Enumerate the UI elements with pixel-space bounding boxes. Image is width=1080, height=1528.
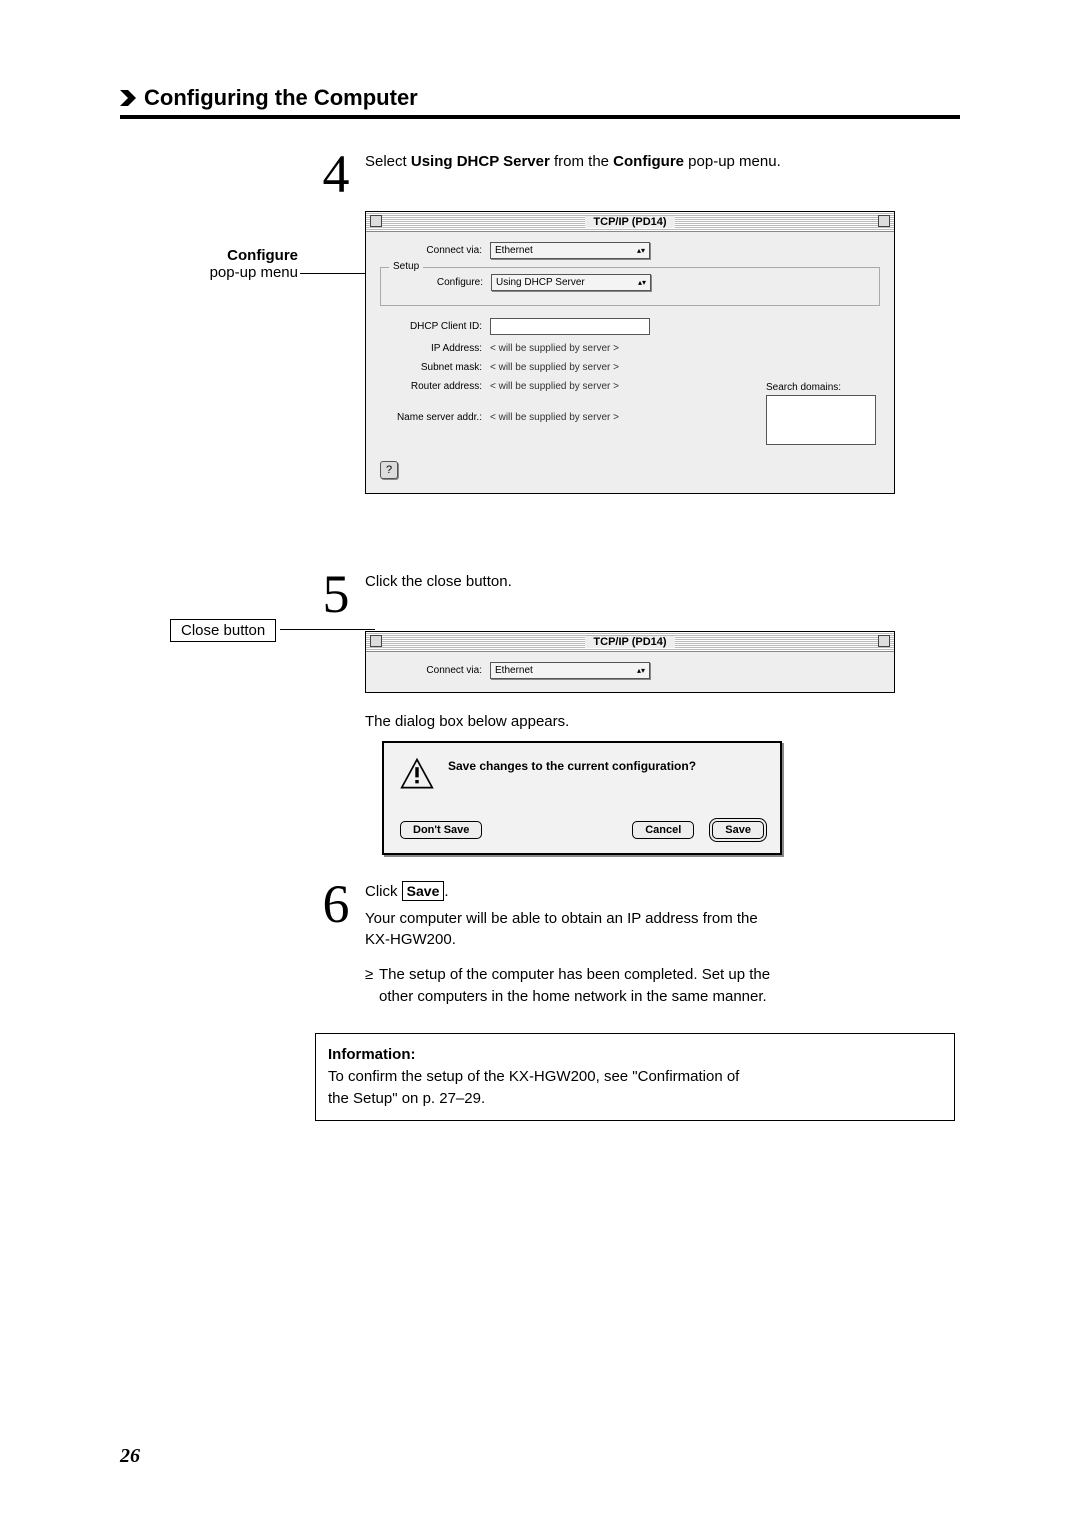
save-label-boxed: Save: [402, 881, 445, 901]
help-button[interactable]: ?: [380, 461, 398, 479]
section-title: Configuring the Computer: [144, 85, 418, 111]
nameserver-label: Name server addr.:: [380, 412, 490, 423]
callout-line: [280, 629, 375, 630]
step-number-6: 6: [315, 877, 357, 931]
dhcp-client-label: DHCP Client ID:: [380, 321, 490, 332]
configure-callout: Configure pop-up menu: [198, 247, 298, 281]
step-number-4: 4: [315, 147, 357, 201]
search-domains-input[interactable]: [766, 395, 876, 445]
step5-instruction: Click the close button.: [365, 567, 512, 592]
save-dialog: Save changes to the current configuratio…: [382, 741, 782, 855]
connect-via-label: Connect via:: [380, 245, 490, 256]
warning-icon: [400, 757, 434, 791]
chevron-updown-icon: ▴▾: [637, 667, 645, 675]
page-number: 26: [120, 1445, 140, 1468]
subnet-mask-label: Subnet mask:: [380, 362, 490, 373]
router-address-label: Router address:: [380, 381, 490, 392]
router-address-value: < will be supplied by server >: [490, 381, 619, 392]
information-box: Information: To confirm the setup of the…: [315, 1033, 955, 1120]
chevron-updown-icon: ▴▾: [637, 247, 645, 255]
step6-instruction: Click Save. Your computer will be able t…: [365, 877, 758, 950]
collapse-icon[interactable]: [878, 635, 890, 647]
ip-address-value: < will be supplied by server >: [490, 343, 619, 354]
dialog-message: Save changes to the current configuratio…: [448, 757, 696, 791]
step5-followup: The dialog box below appears.: [365, 711, 955, 733]
connect-via-label: Connect via:: [380, 665, 490, 676]
window-title: TCP/IP (PD14): [585, 636, 674, 648]
tcpip-window-small: TCP/IP (PD14) Connect via: Ethernet ▴▾: [365, 631, 895, 693]
chevron-updown-icon: ▴▾: [638, 279, 646, 287]
search-domains: Search domains:: [766, 382, 876, 445]
section-header: Configuring the Computer: [120, 85, 960, 119]
configure-select[interactable]: Using DHCP Server ▴▾: [491, 274, 651, 291]
window-titlebar: TCP/IP (PD14): [366, 212, 894, 232]
setup-fieldset: Setup Configure: Using DHCP Server ▴▾: [380, 267, 880, 306]
collapse-icon[interactable]: [878, 215, 890, 227]
close-button-callout: Close button: [170, 619, 276, 642]
close-icon[interactable]: [370, 215, 382, 227]
tcpip-window: TCP/IP (PD14) Connect via: Ethernet ▴▾ S…: [365, 211, 895, 494]
connect-via-select[interactable]: Ethernet ▴▾: [490, 662, 650, 679]
bullet-note: ≥ The setup of the computer has been com…: [365, 964, 955, 1008]
save-button[interactable]: Save: [712, 821, 764, 839]
cancel-button[interactable]: Cancel: [632, 821, 694, 839]
subnet-mask-value: < will be supplied by server >: [490, 362, 619, 373]
ip-address-label: IP Address:: [380, 343, 490, 354]
dont-save-button[interactable]: Don't Save: [400, 821, 482, 839]
dhcp-client-input[interactable]: [490, 318, 650, 335]
configure-label: Configure:: [381, 277, 491, 288]
arrow-right-icon: [120, 90, 136, 106]
step-number-5: 5: [315, 567, 357, 621]
connect-via-select[interactable]: Ethernet ▴▾: [490, 242, 650, 259]
close-icon[interactable]: [370, 635, 382, 647]
window-title: TCP/IP (PD14): [585, 216, 674, 228]
nameserver-value: < will be supplied by server >: [490, 412, 619, 423]
info-heading: Information:: [328, 1046, 416, 1063]
step4-instruction: Select Using DHCP Server from the Config…: [365, 147, 781, 172]
